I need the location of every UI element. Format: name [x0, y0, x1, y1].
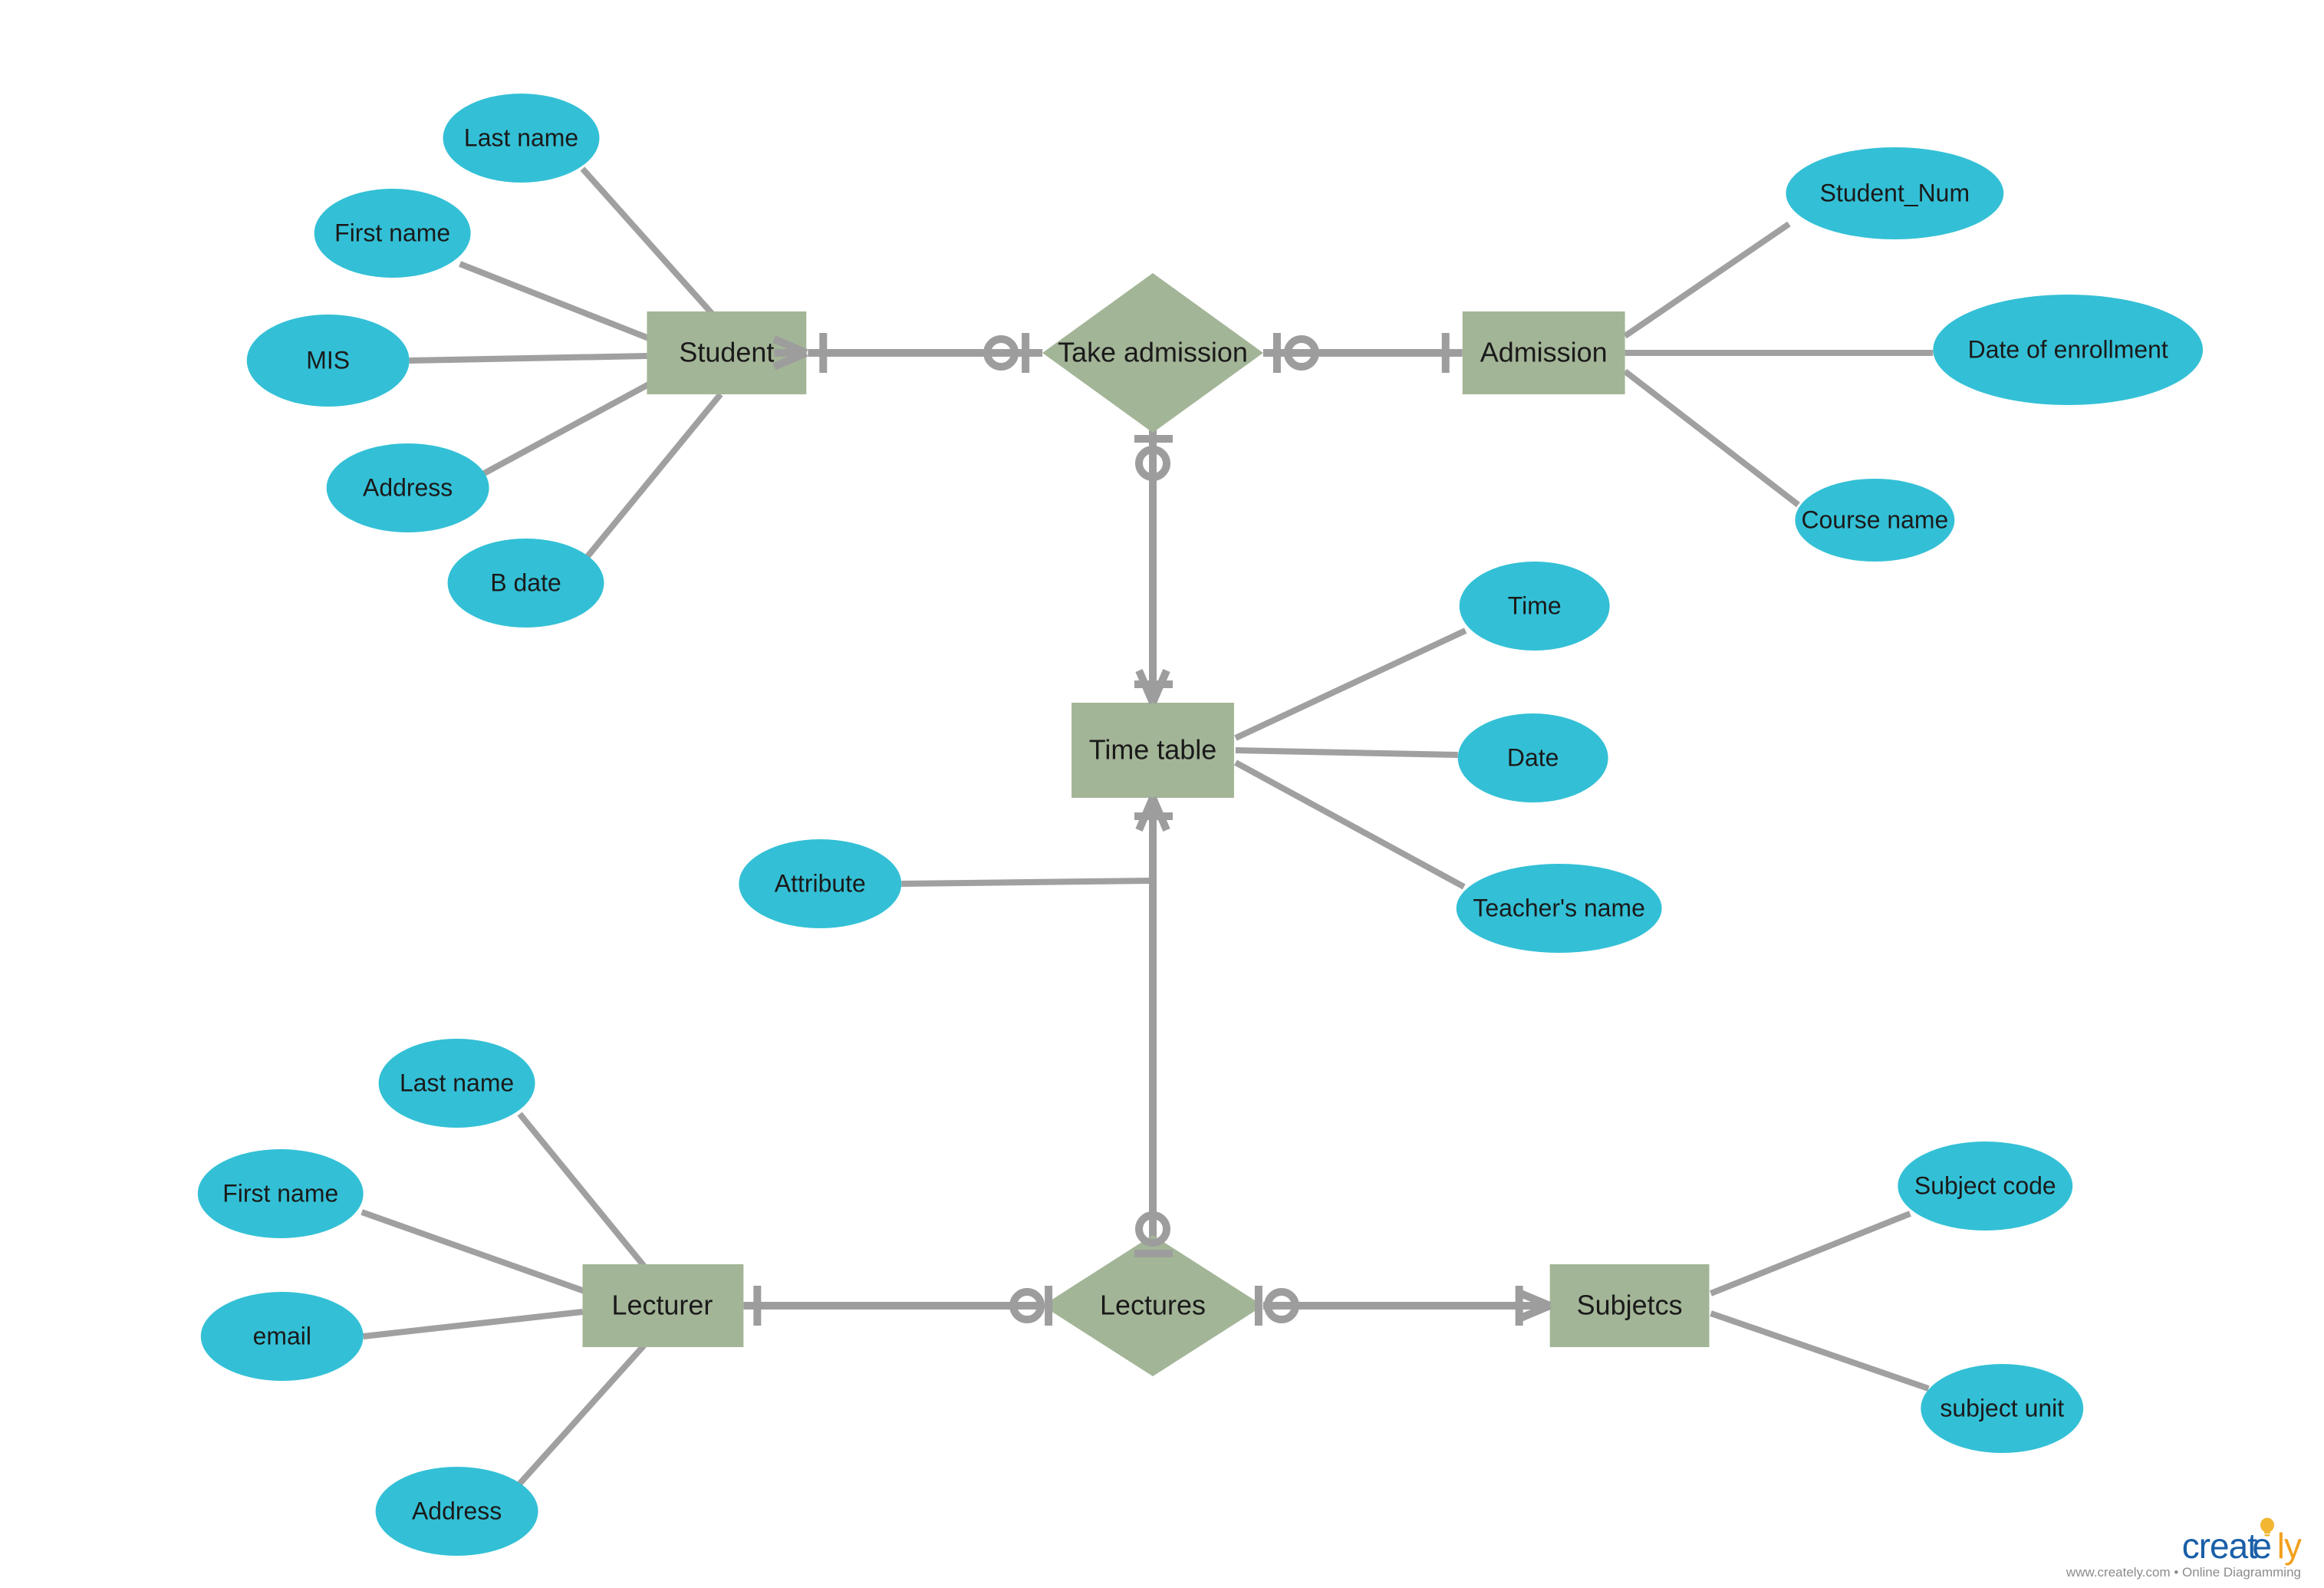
link-lecturer-address [517, 1343, 647, 1486]
attribute-lecturer-last-name-label: Last name [400, 1069, 514, 1096]
attribute-student-mis-label: MIS [306, 346, 350, 374]
link-student-last-name [580, 166, 716, 317]
marker-many-subjects [1515, 1286, 1552, 1326]
relationship-links [743, 349, 1550, 1310]
entity-admission-label: Admission [1480, 336, 1608, 367]
marker-many-timetable-bottom [1134, 796, 1173, 832]
entity-subjects-label: Subjetcs [1577, 1289, 1683, 1320]
attribute-timetable-time-label: Time [1508, 591, 1562, 619]
attribute-subjects-subject-code[interactable]: Subject code [1898, 1142, 2073, 1231]
link-subjects-unit [1710, 1310, 1930, 1392]
attribute-student-address[interactable]: Address [326, 443, 489, 532]
attribute-student-first-name-label: First name [334, 219, 450, 246]
link-lecturer-email [363, 1309, 583, 1339]
attribute-timetable-attribute-label: Attribute [775, 869, 866, 897]
attribute-student-b-date[interactable]: B date [447, 539, 604, 628]
attribute-timetable-teachers-name-label: Teacher's name [1473, 894, 1645, 921]
creately-tagline: www.creately.com • Online Diagramming [2066, 1565, 2301, 1580]
attribute-subjects-subject-unit[interactable]: subject unit [1921, 1364, 2084, 1453]
attribute-timetable-time[interactable]: Time [1459, 562, 1610, 651]
attribute-timetable-date[interactable]: Date [1457, 713, 1608, 802]
attribute-lecturer-address-label: Address [412, 1497, 502, 1524]
attribute-timetable-date-label: Date [1507, 743, 1559, 771]
creately-logo[interactable]: creat e ly [2066, 1517, 2302, 1566]
link-timetable-attribute [901, 878, 1154, 887]
creately-watermark[interactable]: creat e ly www.creately.com • Online Dia… [2066, 1517, 2302, 1580]
link-lecturer-last-name [517, 1112, 647, 1268]
lightbulb-icon [2260, 1517, 2275, 1537]
relationship-lectures-label: Lectures [1100, 1289, 1206, 1320]
link-student-mis [409, 353, 647, 364]
entity-admission[interactable]: Admission [1462, 311, 1625, 394]
attribute-lecturer-first-name[interactable]: First name [197, 1149, 364, 1238]
attribute-admission-course-name-label: Course name [1801, 506, 1948, 533]
er-diagram-svg: Student Admission Time table Lecturer Su… [197, 94, 2204, 1556]
attribute-student-first-name[interactable]: First name [314, 189, 471, 278]
attribute-subjects-subject-unit-label: subject unit [1940, 1394, 2064, 1422]
attribute-student-last-name[interactable]: Last name [443, 94, 600, 183]
link-admission-course-name [1623, 368, 1800, 508]
relationship-take-admission-label: Take admission [1058, 336, 1248, 367]
link-timetable-time [1234, 628, 1467, 741]
creately-logo-text-accent: ly [2276, 1526, 2302, 1566]
link-subjects-code [1710, 1211, 1911, 1296]
attribute-lecturer-address[interactable]: Address [375, 1467, 538, 1556]
attribute-lecturer-last-name[interactable]: Last name [378, 1039, 535, 1128]
attribute-timetable-attribute[interactable]: Attribute [739, 839, 902, 928]
attribute-timetable-teachers-name[interactable]: Teacher's name [1456, 864, 1662, 953]
attribute-admission-date-of-enrollment[interactable]: Date of enrollment [1933, 295, 2204, 405]
attribute-lecturer-email-label: email [253, 1322, 311, 1349]
entity-lecturer[interactable]: Lecturer [582, 1264, 744, 1347]
attribute-student-mis[interactable]: MIS [246, 315, 410, 407]
attribute-admission-date-of-enrollment-label: Date of enrollment [1968, 335, 2168, 363]
link-student-b-date [584, 392, 723, 559]
link-timetable-teacher [1234, 759, 1466, 890]
attribute-subjects-subject-code-label: Subject code [1914, 1171, 2056, 1199]
er-diagram-canvas: Student Admission Time table Lecturer Su… [0, 0, 2324, 1588]
attribute-lecturer-first-name-label: First name [222, 1179, 338, 1207]
link-timetable-date [1235, 747, 1458, 758]
attribute-student-last-name-label: Last name [464, 124, 578, 151]
attribute-student-address-label: Address [363, 473, 453, 501]
creately-logo-text-primary: creat [2181, 1526, 2257, 1566]
attribute-student-b-date-label: B date [490, 568, 561, 596]
relationship-take-admission[interactable]: Take admission [1042, 273, 1263, 433]
entity-time-table[interactable]: Time table [1071, 703, 1234, 798]
attribute-admission-student-num-label: Student_Num [1820, 179, 1970, 206]
attribute-admission-course-name[interactable]: Course name [1795, 479, 1955, 562]
entity-subjects[interactable]: Subjetcs [1549, 1264, 1710, 1347]
entity-lecturer-label: Lecturer [611, 1289, 713, 1320]
attribute-admission-student-num[interactable]: Student_Num [1786, 147, 2004, 239]
marker-many-timetable-top [1134, 669, 1173, 704]
entity-time-table-label: Time table [1089, 733, 1217, 765]
entity-student-label: Student [679, 336, 774, 367]
attribute-lecturer-email[interactable]: email [200, 1292, 364, 1381]
link-admission-student-num [1623, 221, 1791, 339]
